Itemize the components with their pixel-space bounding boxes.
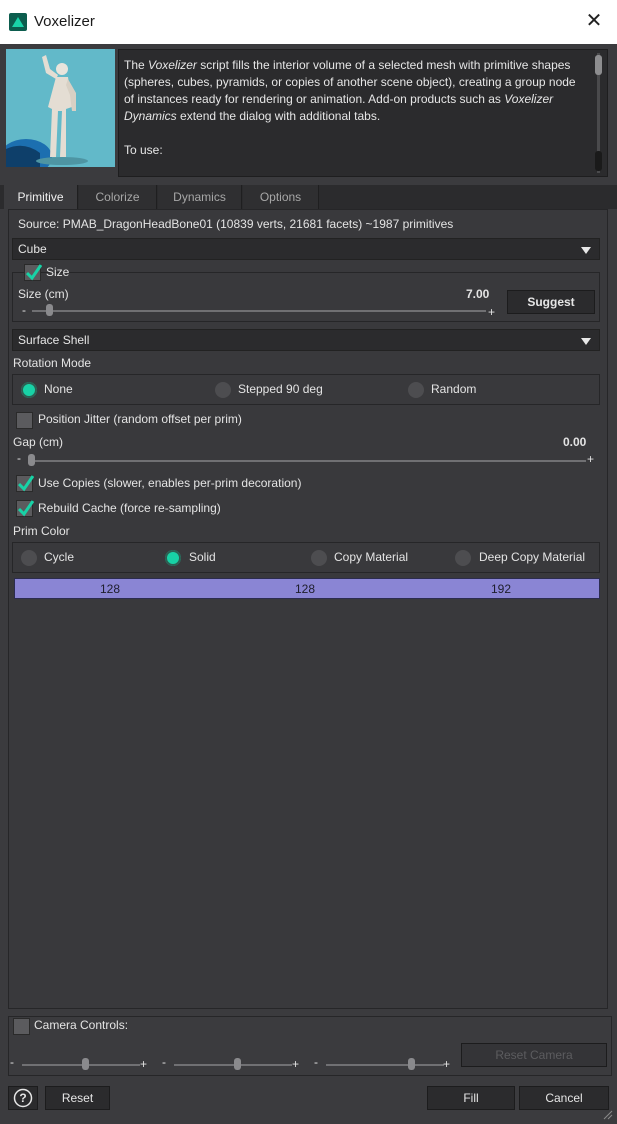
size-label: Size (cm) [18, 287, 69, 301]
use-copies-checkbox[interactable] [16, 475, 34, 492]
tab-dynamics[interactable]: Dynamics [158, 185, 242, 209]
camera-slider-1-plus[interactable]: + [140, 1057, 147, 1071]
gap-slider-knob[interactable] [28, 454, 35, 466]
gap-label: Gap (cm) [13, 435, 64, 449]
size-minus[interactable]: - [22, 303, 26, 317]
camera-slider-3-knob[interactable] [408, 1058, 415, 1070]
gap-slider-track[interactable] [28, 460, 586, 462]
checkmark-icon [26, 264, 42, 281]
gap-value[interactable]: 0.00 [563, 435, 586, 449]
camera-slider-1-track[interactable] [22, 1064, 140, 1066]
fill-button[interactable]: Fill [427, 1086, 515, 1110]
suggest-button[interactable]: Suggest [507, 290, 595, 314]
source-info: Source: PMAB_DragonHeadBone01 (10839 ver… [18, 217, 454, 231]
shape-dropdown[interactable]: Cube [12, 238, 600, 260]
rotation-stepped-label: Stepped 90 deg [238, 382, 323, 396]
camera-slider-2-track[interactable] [174, 1064, 292, 1066]
description-scrollbar[interactable] [594, 53, 603, 173]
tab-options[interactable]: Options [243, 185, 319, 209]
shape-value: Cube [18, 242, 47, 256]
rotation-mode-label: Rotation Mode [13, 356, 92, 370]
camera-slider-2-plus[interactable]: + [292, 1057, 299, 1071]
camera-slider-1-minus[interactable]: - [10, 1055, 14, 1069]
fill-mode-value: Surface Shell [18, 333, 90, 347]
use-copies-label: Use Copies (slower, enables per-prim dec… [38, 476, 302, 490]
checkmark-icon [18, 500, 34, 517]
cancel-button[interactable]: Cancel [519, 1086, 609, 1110]
color-deep-copy-label: Deep Copy Material [479, 550, 586, 564]
color-cycle-radio[interactable] [21, 550, 37, 566]
chevron-down-icon [581, 338, 591, 345]
figure-thumbnail-image [6, 49, 115, 167]
color-copy-material-radio[interactable] [311, 550, 327, 566]
prim-color-swatch[interactable]: 128 128 192 [14, 578, 600, 599]
color-copy-material-label: Copy Material [334, 550, 409, 564]
help-label: ? [19, 1091, 27, 1105]
title-bar: Voxelizer ✕ [0, 0, 617, 44]
fill-mode-dropdown[interactable]: Surface Shell [12, 329, 600, 351]
gap-minus[interactable]: - [17, 451, 21, 465]
camera-slider-3-track[interactable] [326, 1064, 444, 1066]
camera-slider-3-minus[interactable]: - [314, 1055, 318, 1069]
size-checkbox-label: Size [46, 265, 70, 279]
rotation-random-radio[interactable] [408, 382, 424, 398]
app-icon [9, 13, 27, 31]
prim-color-label: Prim Color [13, 524, 70, 538]
close-icon[interactable]: ✕ [581, 8, 607, 34]
color-deep-copy-radio[interactable] [455, 550, 471, 566]
reset-button[interactable]: Reset [45, 1086, 110, 1110]
camera-controls-label: Camera Controls: [34, 1018, 129, 1032]
color-cycle-label: Cycle [44, 550, 75, 564]
color-green-value: 128 [295, 582, 316, 596]
chevron-down-icon [581, 247, 591, 254]
description-text: The Voxelizer script fills the interior … [124, 57, 585, 125]
camera-slider-2-knob[interactable] [234, 1058, 241, 1070]
resize-grip-icon[interactable] [603, 1110, 613, 1120]
rebuild-cache-label: Rebuild Cache (force re-sampling) [38, 501, 221, 515]
rotation-none-label: None [44, 382, 73, 396]
size-value[interactable]: 7.00 [466, 287, 489, 301]
camera-slider-2-minus[interactable]: - [162, 1055, 166, 1069]
tab-bar: Primitive Colorize Dynamics Options [0, 185, 617, 209]
color-solid-label: Solid [189, 550, 216, 564]
color-solid-radio[interactable] [165, 550, 181, 566]
size-checkbox[interactable] [24, 264, 42, 281]
position-jitter-checkbox[interactable] [16, 412, 33, 429]
size-slider-knob[interactable] [45, 304, 53, 316]
figure-thumbnail [6, 49, 115, 167]
rotation-none-radio[interactable] [21, 382, 37, 398]
tab-colorize[interactable]: Colorize [79, 185, 157, 209]
description-panel: The Voxelizer script fills the interior … [118, 49, 608, 177]
camera-controls-checkbox[interactable] [13, 1018, 30, 1035]
desc-text-a: The [124, 58, 149, 72]
desc-text-c: extend the dialog with additional tabs. [176, 109, 381, 123]
description-to-use: To use: [124, 143, 163, 157]
size-slider-track[interactable] [32, 310, 486, 312]
help-button[interactable]: ? [8, 1086, 38, 1110]
color-red-value: 128 [100, 582, 121, 596]
gap-plus[interactable]: + [587, 452, 594, 466]
window-title: Voxelizer [34, 13, 95, 30]
position-jitter-label: Position Jitter (random offset per prim) [38, 412, 242, 426]
rotation-random-label: Random [431, 382, 477, 396]
checkmark-icon [18, 475, 34, 492]
tab-primitive[interactable]: Primitive [4, 185, 78, 209]
camera-slider-3-plus[interactable]: + [443, 1057, 450, 1071]
rotation-stepped-radio[interactable] [215, 382, 231, 398]
desc-emphasis-voxelizer: Voxelizer [148, 58, 197, 72]
color-blue-value: 192 [491, 582, 512, 596]
camera-slider-1-knob[interactable] [82, 1058, 89, 1070]
size-plus[interactable]: + [488, 305, 495, 319]
rebuild-cache-checkbox[interactable] [16, 500, 34, 517]
reset-camera-button[interactable]: Reset Camera [461, 1043, 607, 1067]
